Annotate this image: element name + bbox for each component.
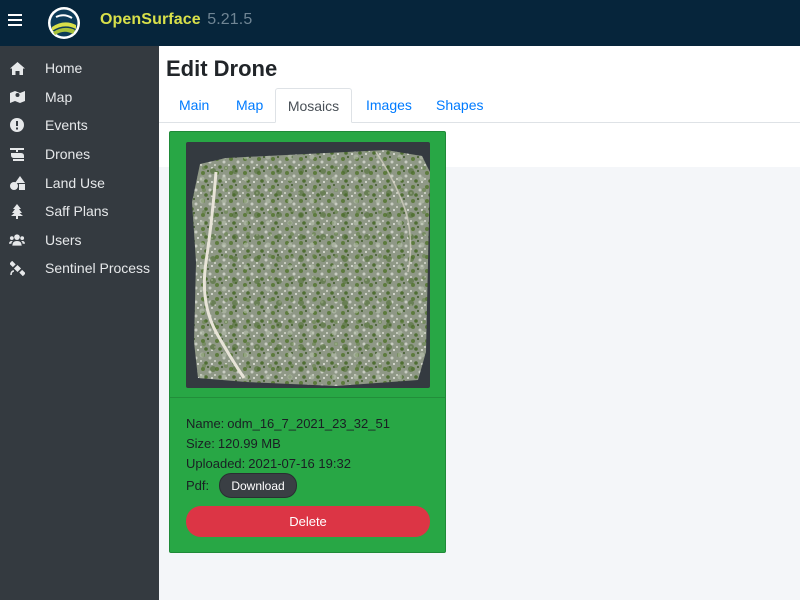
shapes-icon	[9, 175, 25, 191]
brand-name-surface: Surface	[141, 11, 201, 28]
mosaic-size: Size: 120.99 MB	[186, 436, 281, 451]
tree-icon	[9, 203, 25, 219]
mosaic-card: Name: odm_16_7_2021_23_32_51 Size: 120.99 …	[169, 131, 446, 553]
sidebar-item-events[interactable]: Events	[0, 111, 159, 140]
satellite-icon	[9, 260, 25, 276]
tab-images[interactable]: Images	[366, 88, 412, 123]
mosaic-name-value: odm_16_7_2021_23_32_51	[227, 416, 390, 431]
mosaic-size-label: Size:	[186, 436, 215, 451]
main-content: Edit Drone Main Map Mosaics Images Shape…	[159, 46, 800, 600]
mosaic-thumbnail[interactable]	[186, 142, 430, 388]
sidebar: Home Map Events Drones Land Use Saff Pla…	[0, 46, 159, 600]
brand-name-open: Open	[100, 11, 142, 28]
sidebar-item-label: Saff Plans	[45, 203, 109, 220]
page-title: Edit Drone	[166, 56, 278, 81]
mosaic-size-value: 120.99 MB	[217, 436, 281, 451]
map-icon	[9, 89, 25, 105]
download-button[interactable]: Download	[219, 473, 297, 498]
sidebar-item-label: Events	[45, 117, 88, 134]
sidebar-item-label: Sentinel Process	[45, 260, 151, 277]
tab-map[interactable]: Map	[236, 88, 263, 123]
sidebar-item-map[interactable]: Map	[0, 83, 159, 112]
sidebar-item-drones[interactable]: Drones	[0, 140, 159, 169]
home-icon	[9, 60, 25, 76]
opensurface-logo	[48, 7, 80, 39]
sidebar-item-home[interactable]: Home	[0, 54, 159, 83]
sidebar-item-label: Map	[45, 88, 73, 105]
mosaic-name: Name: odm_16_7_2021_23_32_51	[186, 416, 390, 431]
sidebar-item-label: Drones	[45, 146, 91, 163]
mosaic-name-label: Name:	[186, 416, 225, 431]
sidebar-item-label: Users	[45, 231, 82, 248]
sidebar-item-label: Home	[45, 60, 83, 77]
tab-main[interactable]: Main	[179, 88, 209, 123]
sidebar-item-label: Land Use	[45, 174, 105, 191]
mosaic-uploaded: Uploaded: 2021-07-16 19:32	[186, 456, 351, 471]
top-navbar: OpenSurface 5.21.5	[0, 0, 800, 46]
tab-bar: Main Map Mosaics Images Shapes	[159, 88, 800, 123]
mosaic-pdf-label: Pdf:	[186, 478, 210, 493]
users-icon	[9, 232, 25, 248]
app-brand[interactable]: OpenSurface 5.21.5	[100, 11, 252, 29]
delete-button[interactable]: Delete	[186, 506, 430, 537]
sidebar-item-land-use[interactable]: Land Use	[0, 168, 159, 197]
tab-shapes[interactable]: Shapes	[436, 88, 483, 123]
sidebar-item-sentinel-process[interactable]: Sentinel Process	[0, 254, 159, 283]
tab-mosaics[interactable]: Mosaics	[275, 88, 352, 123]
mosaic-uploaded-value: 2021-07-16 19:32	[248, 456, 351, 471]
mosaic-uploaded-label: Uploaded:	[186, 456, 246, 471]
sidebar-item-users[interactable]: Users	[0, 226, 159, 255]
exclamation-circle-icon	[9, 117, 25, 133]
hamburger-menu-icon[interactable]	[8, 14, 22, 28]
card-divider	[170, 397, 445, 398]
helicopter-icon	[9, 146, 25, 162]
app-version: 5.21.5	[207, 11, 253, 28]
sidebar-item-saff-plans[interactable]: Saff Plans	[0, 197, 159, 226]
